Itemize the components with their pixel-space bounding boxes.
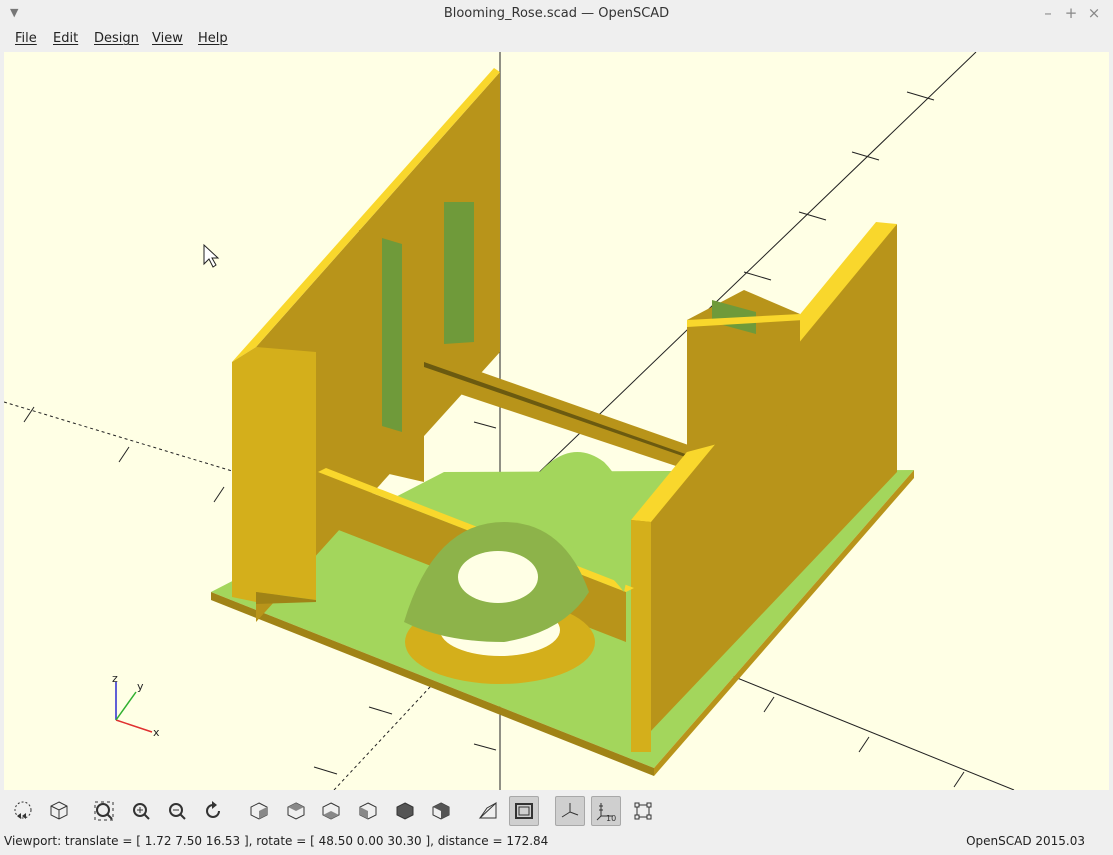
reset-view-icon[interactable] [198, 796, 228, 826]
close-icon[interactable]: × [1085, 4, 1103, 22]
show-scale-markers-icon[interactable]: 10 [591, 796, 621, 826]
zoom-out-icon[interactable] [162, 796, 192, 826]
preview-icon[interactable] [8, 796, 38, 826]
render-icon[interactable] [44, 796, 74, 826]
statusbar: Viewport: translate = [ 1.72 7.50 16.53 … [0, 830, 1113, 855]
perspective-icon[interactable] [473, 796, 503, 826]
orthogonal-icon[interactable] [509, 796, 539, 826]
menu-design[interactable]: Design [94, 31, 139, 46]
axis-label-z: z [112, 672, 118, 685]
menu-help[interactable]: Help [198, 31, 228, 46]
menu-file[interactable]: File [15, 31, 37, 46]
axes-indicator [115, 682, 153, 733]
model-render: z y x [4, 52, 1015, 790]
maximize-icon[interactable]: + [1062, 4, 1080, 22]
view-left-icon[interactable] [353, 796, 383, 826]
window-title: Blooming_Rose.scad — OpenSCAD [443, 6, 670, 21]
view-all-icon[interactable] [89, 796, 119, 826]
menu-view[interactable]: View [152, 31, 183, 46]
axis-label-x: x [153, 726, 160, 739]
minimize-icon[interactable]: – [1039, 4, 1057, 22]
view-top-icon[interactable] [281, 796, 311, 826]
menu-edit[interactable]: Edit [53, 31, 78, 46]
show-edges-icon[interactable] [628, 796, 658, 826]
view-toolbar: 10 [0, 790, 1113, 830]
view-back-icon[interactable] [426, 796, 456, 826]
version-label: OpenSCAD 2015.03 [966, 834, 1085, 848]
svg-text:10: 10 [606, 814, 616, 822]
show-axes-icon[interactable] [555, 796, 585, 826]
menubar: File Edit Design View Help [0, 28, 1113, 52]
view-bottom-icon[interactable] [316, 796, 346, 826]
view-front-icon[interactable] [390, 796, 420, 826]
mouse-cursor-icon [203, 243, 220, 268]
3d-viewport[interactable]: z y x [4, 52, 1109, 790]
zoom-in-icon[interactable] [126, 796, 156, 826]
window-titlebar: ▼ Blooming_Rose.scad — OpenSCAD – + × [0, 0, 1113, 28]
view-right-icon[interactable] [244, 796, 274, 826]
axis-label-y: y [137, 680, 144, 693]
viewport-status: Viewport: translate = [ 1.72 7.50 16.53 … [4, 834, 549, 848]
